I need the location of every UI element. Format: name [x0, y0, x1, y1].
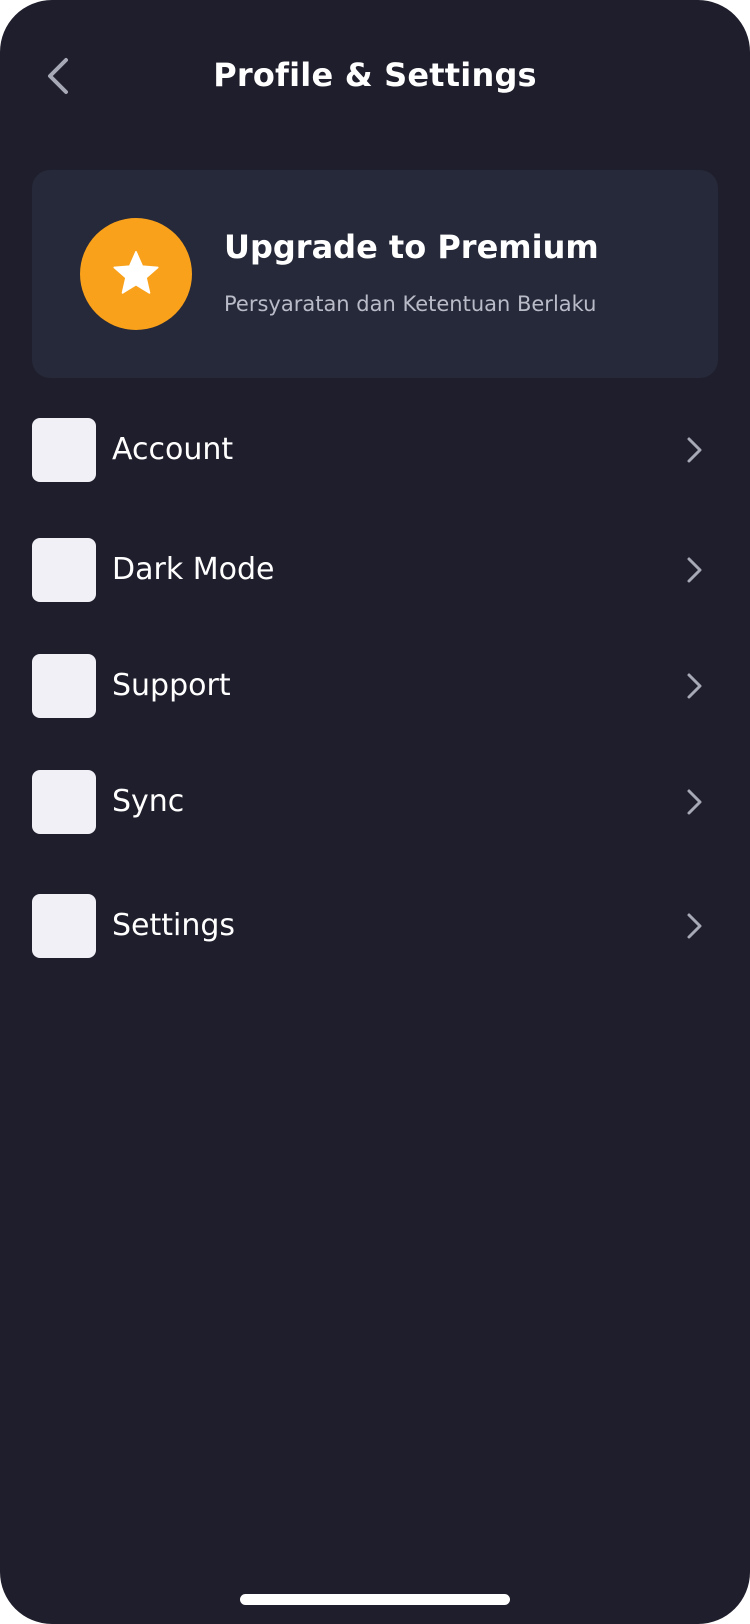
account-icon	[32, 418, 96, 482]
menu-item-label: Account	[112, 432, 234, 467]
chevron-right-icon	[687, 789, 702, 815]
chevron-right-icon	[687, 673, 702, 699]
home-indicator[interactable]	[240, 1594, 510, 1605]
menu-item-label: Settings	[112, 908, 236, 943]
premium-subtitle: Persyaratan dan Ketentuan Berlaku	[224, 292, 597, 316]
app-screen: Profile & Settings Upgrade to Premium Pe…	[0, 0, 750, 1624]
menu-item-support[interactable]: Support	[32, 654, 718, 718]
chevron-right-icon	[687, 913, 702, 939]
page-title: Profile & Settings	[213, 56, 537, 94]
dark-mode-icon	[32, 538, 96, 602]
menu-item-label: Dark Mode	[112, 552, 275, 587]
menu-item-dark-mode[interactable]: Dark Mode	[32, 538, 718, 602]
settings-icon	[32, 894, 96, 958]
menu-item-settings[interactable]: Settings	[32, 894, 718, 958]
support-icon	[32, 654, 96, 718]
menu-item-label: Sync	[112, 784, 185, 819]
premium-title: Upgrade to Premium	[224, 228, 599, 266]
menu-item-label: Support	[112, 668, 231, 703]
sync-icon	[32, 770, 96, 834]
header: Profile & Settings	[0, 44, 750, 108]
menu-item-sync[interactable]: Sync	[32, 770, 718, 834]
chevron-right-icon	[687, 557, 702, 583]
star-icon	[113, 251, 159, 294]
upgrade-premium-card[interactable]: Upgrade to Premium Persyaratan dan Keten…	[32, 170, 718, 378]
premium-badge	[80, 218, 192, 330]
chevron-right-icon	[687, 437, 702, 463]
menu-item-account[interactable]: Account	[32, 418, 718, 482]
